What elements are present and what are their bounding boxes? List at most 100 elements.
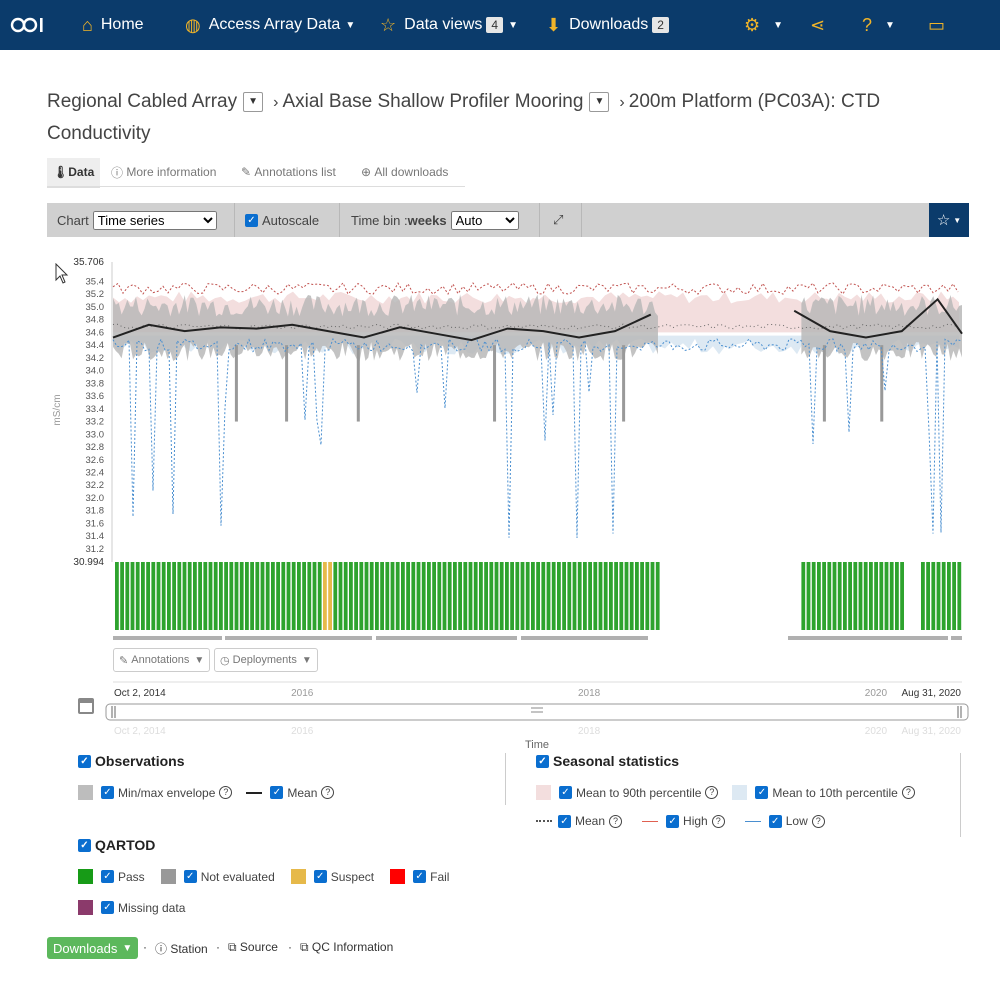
tab-annotations-list[interactable]: ✎ Annotations list bbox=[241, 158, 336, 186]
qartod-pass-bar bbox=[551, 562, 556, 630]
breadcrumb-site[interactable]: Axial Base Shallow Profiler Mooring bbox=[282, 91, 583, 112]
nav-home[interactable]: ⌂ Home bbox=[82, 0, 144, 50]
deployments-button[interactable]: ◷ Deployments ▼ bbox=[214, 648, 318, 672]
annotations-button[interactable]: ✎ Annotations ▼ bbox=[113, 648, 211, 672]
qartod-checkbox[interactable]: ✓ bbox=[78, 838, 91, 852]
caret-down-icon: ▼ bbox=[122, 942, 133, 954]
array-dropdown[interactable]: ▼ bbox=[243, 91, 264, 112]
qartod-pass-bar bbox=[520, 562, 525, 630]
nav-access-array-data[interactable]: ◍ Access Array Data ▼ bbox=[185, 0, 355, 50]
observations-checkbox[interactable]: ✓ bbox=[78, 754, 91, 768]
question-icon[interactable]: ? bbox=[705, 786, 719, 799]
qartod-pass-bar bbox=[380, 562, 384, 630]
minmax-checkbox[interactable]: ✓ bbox=[101, 786, 114, 799]
qartod-pass-bar bbox=[229, 562, 234, 630]
qartod-pass-bar bbox=[245, 562, 249, 630]
conductivity-chart[interactable]: 35.4 35.2 35.0 34.834.6 34.4 34.2 34.033.8 33.6… bbox=[0, 250, 1000, 770]
qartod-pass-bar bbox=[879, 562, 884, 630]
seasonal-checkbox[interactable]: ✓ bbox=[536, 754, 549, 768]
breadcrumb-array[interactable]: Regional Cabled Array bbox=[47, 91, 237, 112]
time-bin-select[interactable]: Auto bbox=[450, 210, 519, 230]
envelope-spike bbox=[822, 345, 826, 422]
pass-swatch bbox=[78, 869, 93, 884]
favorite-button[interactable]: ☆ ▼ bbox=[929, 203, 969, 237]
qartod-pass-bar bbox=[203, 562, 208, 630]
question-icon[interactable]: ? bbox=[901, 786, 915, 799]
qartod-pass-bar bbox=[406, 562, 410, 630]
deployment-bar[interactable] bbox=[113, 636, 222, 640]
qartod-pass-bar bbox=[463, 562, 468, 630]
question-icon[interactable]: ? bbox=[711, 814, 725, 828]
site-dropdown[interactable]: ▼ bbox=[589, 91, 610, 112]
y-tick-label: 34.4 bbox=[86, 340, 105, 351]
source-link[interactable]: ⧉ Source bbox=[228, 940, 278, 955]
not-evaluated-checkbox[interactable]: ✓ bbox=[183, 870, 197, 883]
ooi-logo[interactable] bbox=[10, 10, 50, 40]
footer-separator: · bbox=[216, 940, 220, 954]
chart-type-select[interactable]: Time series bbox=[92, 210, 217, 230]
qartod-pass-bar bbox=[364, 562, 369, 630]
pass-checkbox[interactable]: ✓ bbox=[101, 870, 114, 883]
qartod-pass-bar bbox=[645, 562, 650, 630]
deployment-bar[interactable] bbox=[788, 636, 948, 640]
nav-feedback[interactable]: ▭ bbox=[928, 0, 953, 50]
nav-share[interactable]: ⋖ bbox=[810, 0, 833, 50]
nav-downloads[interactable]: ⬇ Downloads 2 bbox=[546, 0, 669, 50]
tab-more-information[interactable]: ⓘ More information bbox=[111, 158, 216, 186]
deployment-bar[interactable] bbox=[521, 636, 648, 640]
question-icon[interactable]: ? bbox=[219, 786, 233, 799]
suspect-swatch bbox=[290, 869, 306, 884]
pencil-icon: ✎ bbox=[119, 654, 132, 667]
downloads-button[interactable]: Downloads ▼ bbox=[47, 937, 139, 959]
deployment-bar[interactable] bbox=[951, 636, 962, 640]
suspect-checkbox[interactable]: ✓ bbox=[313, 870, 327, 883]
question-icon[interactable]: ? bbox=[609, 814, 623, 828]
autoscale-checkbox[interactable]: ✓ bbox=[245, 213, 258, 227]
qartod-pass-bar bbox=[187, 562, 192, 630]
qartod-pass-bar bbox=[655, 562, 660, 630]
y-tick-label: 31.2 bbox=[86, 544, 105, 555]
fail-checkbox[interactable]: ✓ bbox=[413, 870, 427, 883]
pct90-checkbox[interactable]: ✓ bbox=[559, 786, 572, 799]
tab-all-downloads[interactable]: ⊕ All downloads bbox=[361, 158, 448, 186]
missing-label: Missing data bbox=[118, 900, 186, 915]
qartod-pass-bar bbox=[926, 562, 930, 630]
high-swatch bbox=[642, 820, 659, 822]
y-tick-label: 34.2 bbox=[86, 353, 105, 364]
qartod-pass-bar bbox=[250, 562, 254, 630]
seasonal-high-line bbox=[112, 281, 959, 295]
qartod-pass-bar bbox=[291, 562, 296, 630]
fullscreen-button[interactable]: ⤢ bbox=[543, 203, 582, 237]
calendar-icon[interactable] bbox=[78, 698, 94, 714]
breadcrumb-instrument[interactable]: 200m Platform (PC03A): CTD bbox=[629, 91, 880, 112]
station-link[interactable]: ⓘ Station bbox=[155, 940, 208, 957]
y-tick-label: 32.0 bbox=[86, 493, 105, 504]
nav-help[interactable]: ? ▼ bbox=[862, 0, 895, 50]
caret-down-icon: ▼ bbox=[508, 19, 518, 31]
qartod-pass-bar bbox=[432, 562, 436, 630]
question-icon[interactable]: ? bbox=[321, 786, 335, 799]
pct10-label: Mean to 10th percentile bbox=[772, 785, 898, 800]
tab-data[interactable]: 🌡 Data bbox=[47, 158, 101, 188]
low-checkbox[interactable]: ✓ bbox=[768, 814, 782, 828]
deployment-bar[interactable] bbox=[225, 636, 372, 640]
tab-data-label: Data bbox=[68, 165, 95, 179]
question-icon[interactable]: ? bbox=[811, 814, 825, 828]
pct90-swatch bbox=[536, 785, 551, 800]
qartod-pass-bar bbox=[297, 562, 301, 630]
qartod-pass-bar bbox=[603, 562, 608, 630]
nav-settings[interactable]: ⚙ ▼ bbox=[744, 0, 783, 50]
mean-checkbox[interactable]: ✓ bbox=[270, 786, 284, 799]
qc-link[interactable]: ⧉ QC Information bbox=[300, 940, 393, 955]
pct10-checkbox[interactable]: ✓ bbox=[755, 786, 769, 799]
x-tick-label: 2018 bbox=[578, 688, 601, 699]
seasonal-mean-checkbox[interactable]: ✓ bbox=[558, 814, 571, 828]
pass-label: Pass bbox=[118, 869, 145, 884]
nav-data-views[interactable]: ☆ Data views 4 ▼ bbox=[380, 0, 518, 50]
deployment-bar[interactable] bbox=[376, 636, 517, 640]
high-checkbox[interactable]: ✓ bbox=[666, 814, 680, 828]
qartod-pass-bar bbox=[421, 562, 426, 630]
missing-checkbox[interactable]: ✓ bbox=[101, 901, 114, 914]
x-tick-label: 2020 bbox=[865, 688, 888, 699]
y-tick-label: 34.6 bbox=[86, 327, 105, 338]
